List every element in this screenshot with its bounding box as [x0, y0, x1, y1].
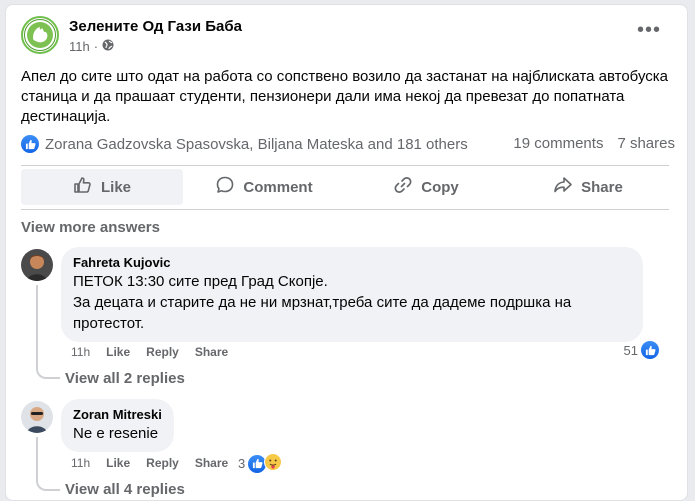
view-replies-link[interactable]: View all 4 replies [65, 481, 185, 498]
share-label: Share [581, 178, 623, 196]
divider [21, 165, 669, 166]
comment-time[interactable]: 11h [71, 456, 90, 470]
comment-actions: 11h Like Reply Share [71, 345, 228, 359]
comment-actions: 11h Like Reply Share [71, 456, 228, 470]
shares-count[interactable]: 7 shares [617, 135, 675, 152]
comment-label: Comment [243, 178, 313, 196]
link-icon [393, 175, 413, 199]
care-reaction-icon [264, 453, 283, 474]
thread-line [36, 437, 60, 491]
view-more-answers-link[interactable]: View more answers [21, 219, 160, 236]
comment-reply-button[interactable]: Reply [146, 345, 179, 359]
comment-like-button[interactable]: Like [106, 345, 130, 359]
like-reaction-icon [21, 135, 39, 153]
copy-button[interactable]: Copy [345, 169, 507, 205]
engagement-counts: 19 comments 7 shares [513, 135, 675, 152]
globe-icon [102, 39, 114, 54]
comment-reply-button[interactable]: Reply [146, 456, 179, 470]
post-card: Зелените Од Гази Баба 11h · ••• Апел до … [5, 4, 688, 501]
post-time[interactable]: 11h [69, 39, 90, 54]
more-options-icon[interactable]: ••• [637, 20, 661, 40]
comment-author[interactable]: Zoran Mitreski [73, 407, 162, 423]
post-meta: 11h · [69, 39, 114, 54]
page-avatar[interactable] [21, 16, 59, 54]
thumbs-up-icon [73, 175, 93, 199]
comment-bubble: Fahreta Kujovic ПЕТОК 13:30 сите пред Гр… [61, 247, 643, 342]
comment-author[interactable]: Fahreta Kujovic [73, 255, 631, 271]
comments-count[interactable]: 19 comments [513, 135, 603, 152]
page-name[interactable]: Зелените Од Гази Баба [69, 18, 242, 35]
comment-like-button[interactable]: Like [106, 456, 130, 470]
copy-label: Copy [421, 178, 459, 196]
like-reaction-icon [641, 341, 659, 359]
like-label: Like [100, 178, 131, 196]
comment-text-line: Ne e resenie [73, 425, 159, 442]
comment-button[interactable]: Comment [183, 169, 345, 205]
comment-time[interactable]: 11h [71, 345, 90, 359]
reaction-count-value: 51 [623, 342, 638, 358]
comment-reaction-count[interactable]: 51 [624, 341, 659, 359]
share-button[interactable]: Share [507, 169, 669, 205]
reactions-names[interactable]: Zorana Gadzovska Spasovska, Biljana Mate… [45, 136, 468, 153]
comment-share-button[interactable]: Share [195, 345, 228, 359]
comment-bubble-icon [215, 175, 235, 199]
comment-bubble: Zoran Mitreski Ne e resenie [61, 399, 174, 452]
reaction-count-value: 3 [238, 456, 246, 471]
reactions-summary[interactable]: Zorana Gadzovska Spasovska, Biljana Mate… [21, 135, 468, 153]
comment-text-line: ПЕТОК 13:30 сите пред Град Скопје. [73, 273, 328, 290]
comment-share-button[interactable]: Share [195, 456, 228, 470]
comment-reaction-count[interactable]: 3 [238, 453, 283, 474]
commenter-avatar[interactable] [21, 401, 53, 433]
view-replies-link[interactable]: View all 2 replies [65, 370, 185, 387]
post-text: Апел до сите што одат на работа со сопст… [21, 68, 669, 125]
meta-separator: · [93, 39, 99, 54]
thread-line [36, 285, 60, 379]
divider [21, 209, 669, 210]
share-arrow-icon [553, 175, 573, 199]
comment-text-line: За децата и старите да не ни мрзнат,треб… [73, 294, 572, 332]
commenter-avatar[interactable] [21, 249, 53, 281]
like-button[interactable]: Like [21, 169, 183, 205]
action-bar: Like Comment Copy Share [21, 169, 669, 205]
